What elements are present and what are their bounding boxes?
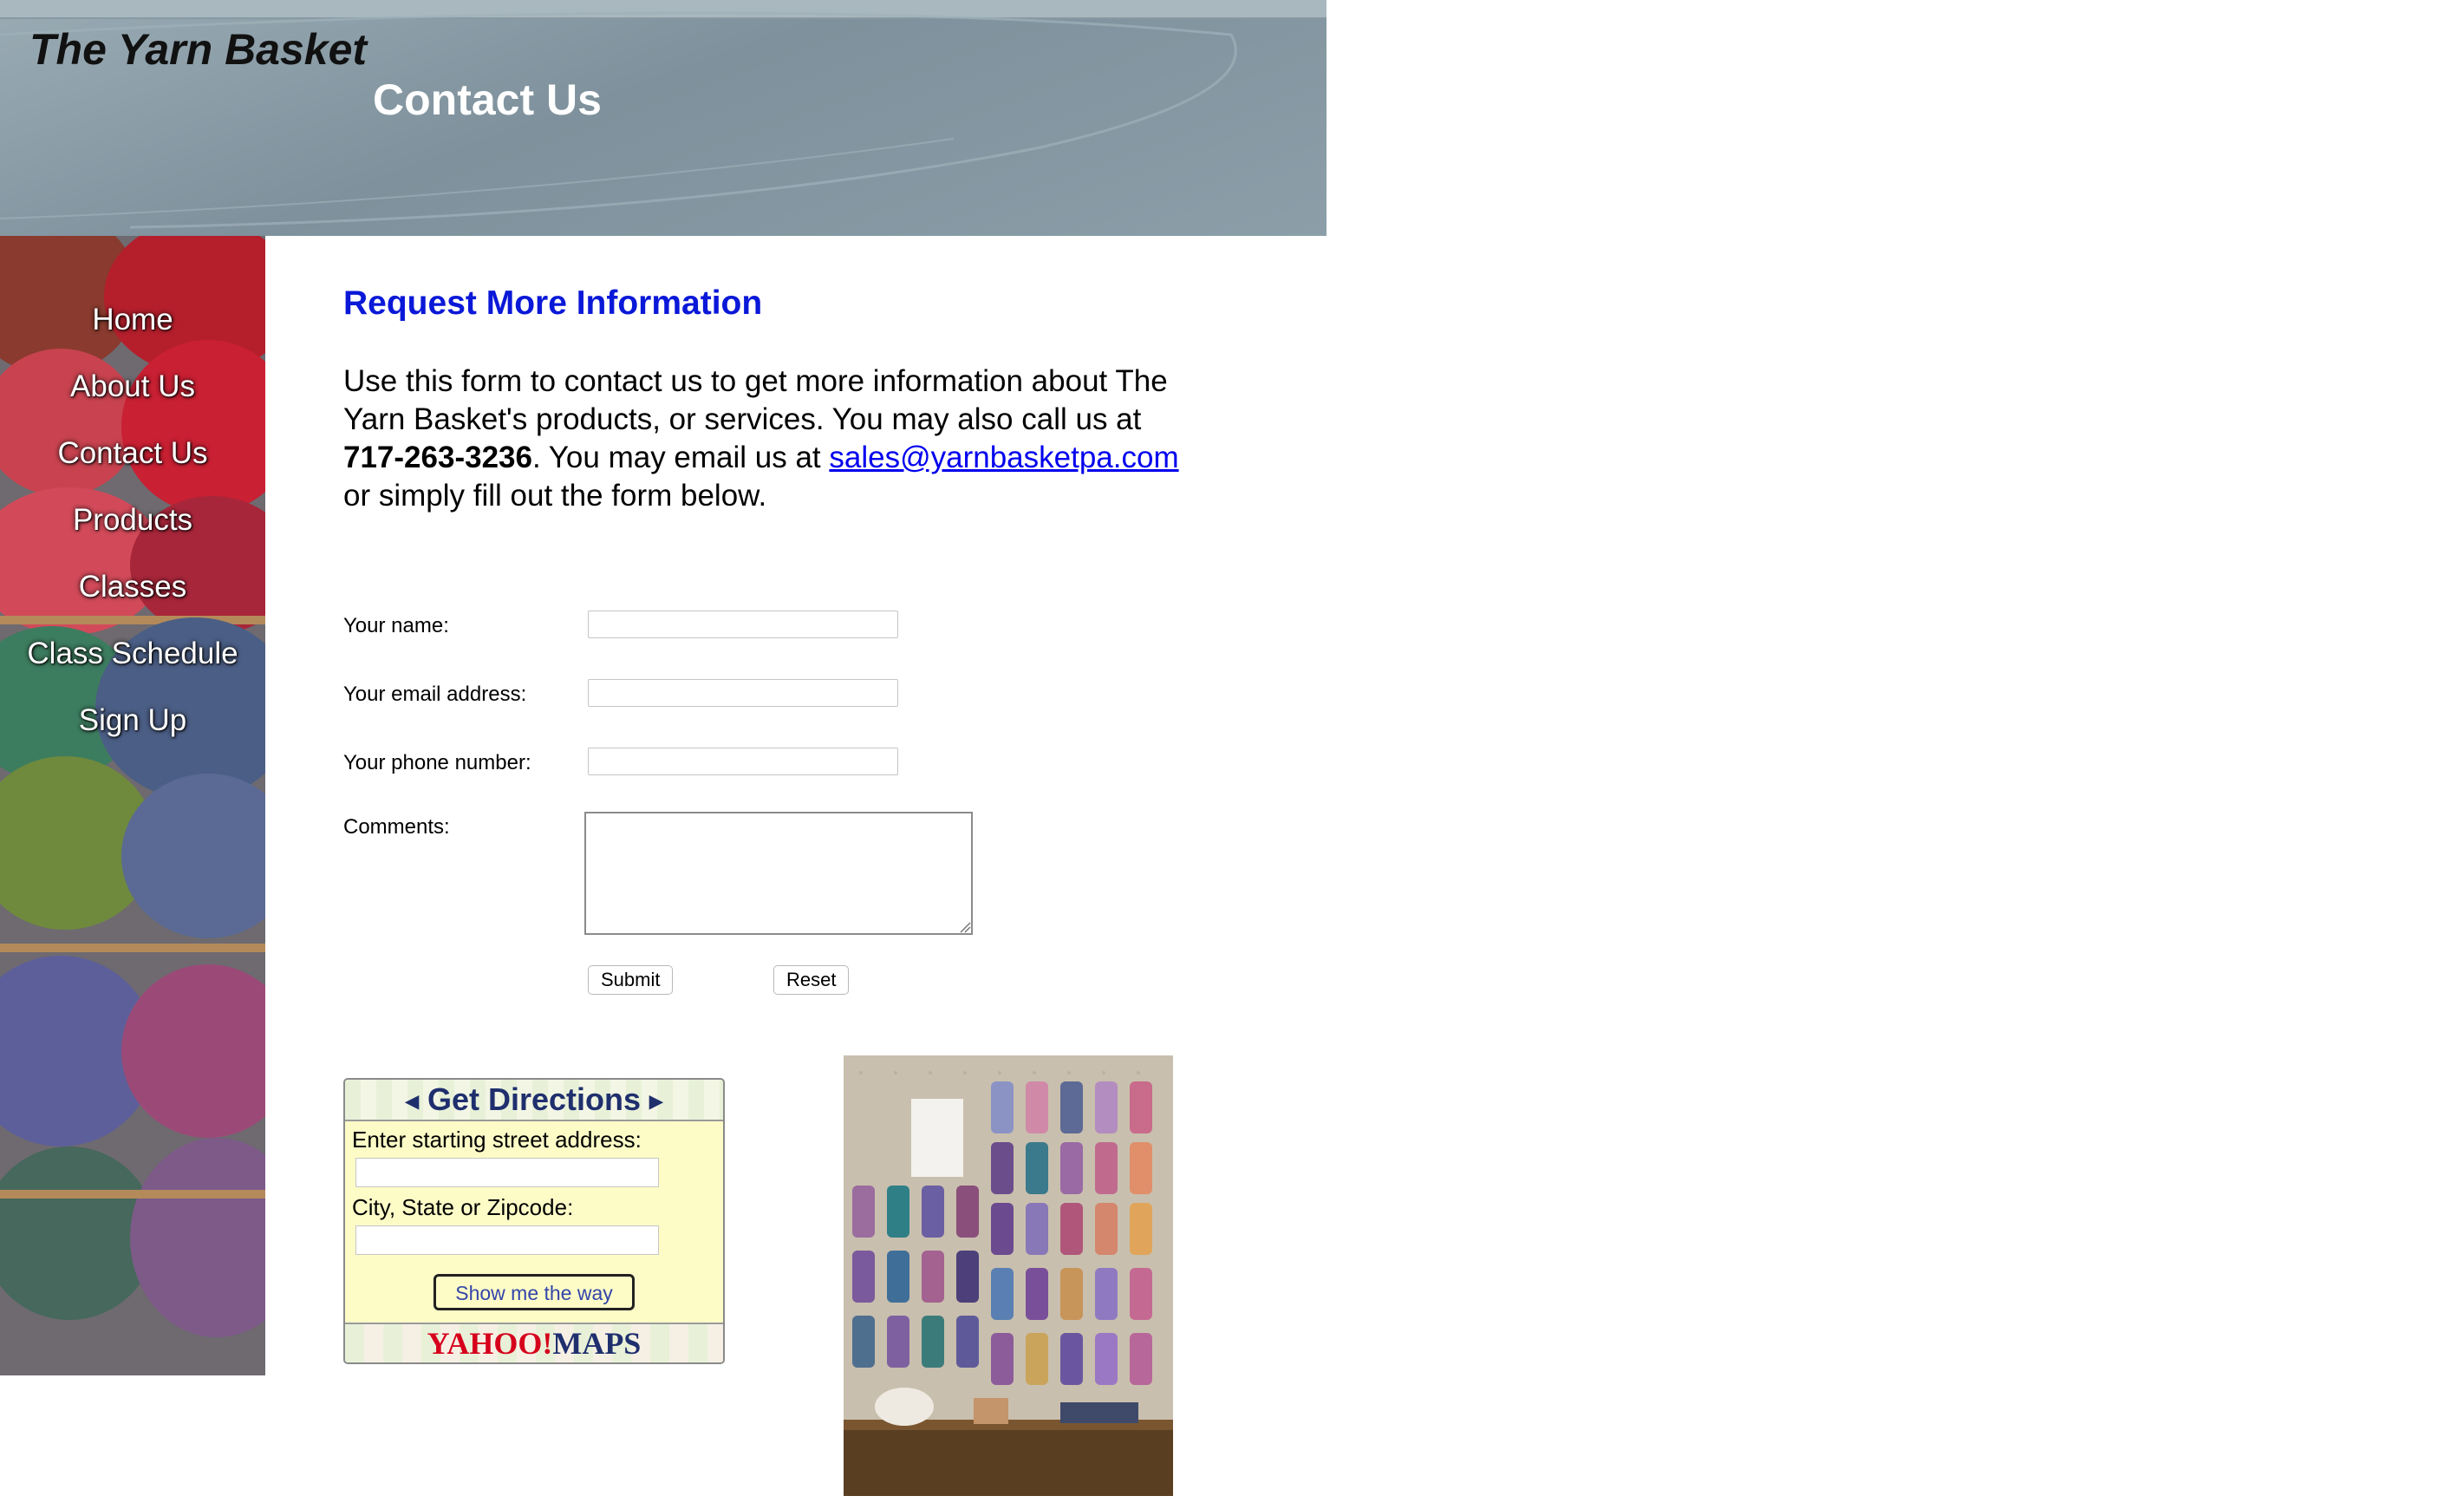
phone-input[interactable] — [588, 748, 898, 775]
submit-button[interactable]: Submit — [588, 965, 674, 995]
nav-class-schedule[interactable]: Class Schedule — [0, 620, 265, 687]
site-title: The Yarn Basket — [29, 25, 368, 74]
intro-text: or simply fill out the form below. — [343, 479, 767, 513]
yahoo-maps-logo[interactable]: YAHOO!MAPS — [345, 1323, 723, 1362]
intro-text: Use this form to contact us to get more … — [343, 364, 1168, 436]
name-input[interactable] — [588, 611, 898, 638]
maps-brand: MAPS — [552, 1326, 642, 1361]
shelf — [0, 1190, 265, 1199]
email-link[interactable]: sales@yarnbasketpa.com — [829, 441, 1178, 474]
email-label: Your email address: — [343, 683, 527, 706]
page-heading: Contact Us — [373, 75, 602, 124]
yarn-skein — [130, 1138, 265, 1337]
shelf — [0, 944, 265, 952]
city-input[interactable] — [355, 1225, 659, 1255]
resize-grip-icon[interactable] — [959, 921, 971, 933]
phone-label: Your phone number: — [343, 751, 531, 774]
phone-number: 717-263-3236 — [343, 441, 532, 474]
yarn-skein — [121, 964, 265, 1138]
nav-sign-up[interactable]: Sign Up — [0, 687, 265, 754]
start-address-input[interactable] — [355, 1158, 659, 1187]
sidebar-nav: Home About Us Contact Us Products Classe… — [0, 286, 265, 754]
show-me-the-way-button[interactable]: Show me the way — [433, 1274, 635, 1310]
comments-textarea[interactable] — [584, 812, 973, 935]
directions-header: ◀ Get Directions ▶ — [345, 1080, 723, 1121]
start-address-label: Enter starting street address: — [352, 1127, 642, 1153]
get-directions-widget: ◀ Get Directions ▶ Enter starting street… — [343, 1078, 725, 1364]
left-triangle-icon[interactable]: ◀ — [406, 1092, 419, 1111]
sidebar: Home About Us Contact Us Products Classe… — [0, 236, 265, 1375]
directions-title: Get Directions — [427, 1081, 642, 1117]
nav-classes[interactable]: Classes — [0, 553, 265, 620]
store-sock-yarn-photo — [844, 1055, 1173, 1496]
intro-text: . You may email us at — [531, 441, 830, 474]
nav-products[interactable]: Products — [0, 487, 265, 553]
name-label: Your name: — [343, 614, 449, 637]
right-triangle-icon[interactable]: ▶ — [649, 1092, 662, 1111]
nav-home[interactable]: Home — [0, 286, 265, 353]
email-input[interactable] — [588, 679, 898, 707]
site-header: The Yarn Basket Contact Us — [0, 0, 1327, 236]
nav-about-us[interactable]: About Us — [0, 353, 265, 420]
nav-contact-us[interactable]: Contact Us — [0, 420, 265, 487]
reset-button[interactable]: Reset — [773, 965, 850, 995]
city-label: City, State or Zipcode: — [352, 1194, 574, 1220]
comments-label: Comments: — [343, 815, 450, 839]
form-title: Request More Information — [343, 284, 763, 322]
intro-paragraph: Use this form to contact us to get more … — [343, 363, 1210, 515]
yahoo-brand: YAHOO! — [427, 1326, 553, 1361]
